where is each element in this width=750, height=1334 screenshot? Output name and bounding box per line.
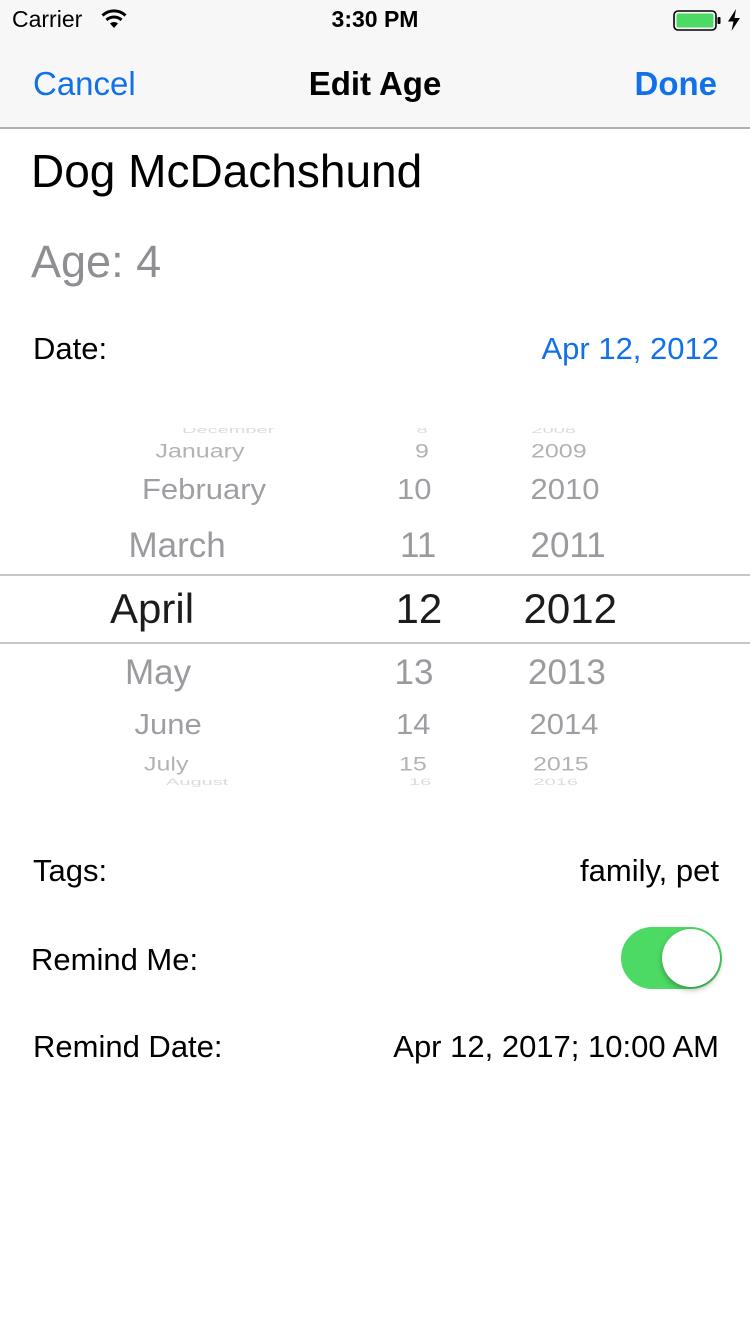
picker-year-item-selected[interactable]: 2012 [524,588,617,630]
picker-month-item[interactable]: June [135,710,202,739]
navigation-bar: Edit Age Cancel Done [0,40,750,129]
charging-bolt-icon [728,9,740,31]
cancel-button[interactable]: Cancel [33,65,136,103]
picker-month-item[interactable]: January [156,442,245,462]
battery-icon [673,10,721,31]
picker-day-item[interactable]: 13 [395,655,434,690]
pet-age: Age: 4 [31,236,162,287]
picker-selection-bottom-line [0,642,750,644]
picker-year-item[interactable]: 2016 [534,778,579,787]
picker-year-item[interactable]: 2015 [533,755,589,775]
remind-date-label: Remind Date: [33,1029,223,1064]
picker-day-item[interactable]: 11 [400,528,436,563]
picker-year-item[interactable]: 2014 [530,710,599,739]
date-value[interactable]: Apr 12, 2012 [541,331,719,367]
picker-day-item[interactable]: 9 [415,442,429,462]
picker-month-item[interactable]: August [166,778,228,787]
remind-date-value[interactable]: Apr 12, 2017; 10:00 AM [393,1029,719,1065]
done-button[interactable]: Done [635,65,718,103]
picker-month-item[interactable]: May [125,655,191,690]
picker-selection-top-line [0,574,750,576]
picker-month-item[interactable]: December [182,428,274,435]
picker-year-item[interactable]: 2009 [531,442,587,462]
status-time: 3:30 PM [331,6,419,32]
picker-month-item[interactable]: February [142,475,266,504]
picker-year-item[interactable]: 2010 [531,475,600,504]
tags-label: Tags: [33,853,108,888]
tags-value[interactable]: family, pet [580,853,719,889]
picker-day-item[interactable]: 15 [399,755,427,775]
pet-name: Dog McDachshund [31,145,423,197]
date-picker[interactable]: December January February March April May June… [0,428,750,788]
picker-year-item[interactable]: 2008 [532,428,577,435]
picker-day-item-selected[interactable]: 12 [396,588,443,630]
picker-month-item[interactable]: July [144,755,188,775]
picker-year-item[interactable]: 2013 [528,655,606,690]
picker-month-item[interactable]: March [129,528,226,563]
picker-day-item[interactable]: 10 [397,475,431,504]
picker-day-item[interactable]: 8 [417,428,428,435]
picker-day-item[interactable]: 16 [409,778,431,787]
date-label: Date: [33,331,108,366]
toggle-knob [662,929,720,987]
remind-me-toggle[interactable] [621,927,722,989]
picker-year-item[interactable]: 2011 [531,528,606,563]
picker-day-item[interactable]: 14 [396,710,430,739]
picker-month-item-selected[interactable]: April [110,588,194,630]
remind-me-label: Remind Me: [31,942,199,977]
status-bar: Carrier 3:30 PM [0,0,750,40]
